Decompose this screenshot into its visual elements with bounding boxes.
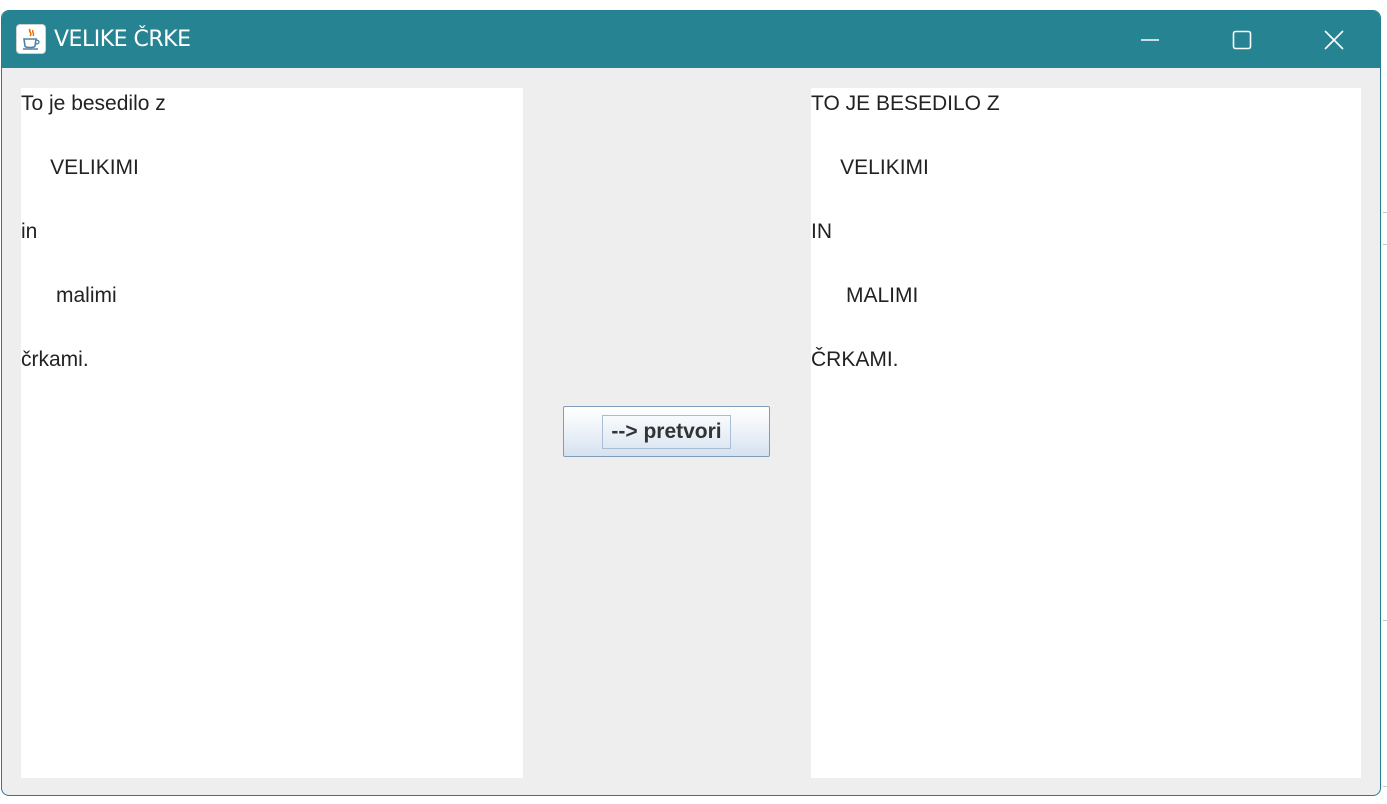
title-bar[interactable]: VELIKE ČRKE — [2, 11, 1380, 68]
close-icon — [1324, 29, 1344, 50]
convert-button[interactable]: --> pretvori — [563, 406, 770, 457]
text-line — [21, 120, 523, 152]
maximize-button[interactable] — [1196, 11, 1288, 68]
close-button[interactable] — [1288, 11, 1380, 68]
text-line — [21, 248, 523, 280]
convert-button-label: --> pretvori — [602, 414, 731, 449]
text-line: To je besedilo z — [21, 92, 166, 115]
desktop-divider — [1383, 620, 1387, 621]
text-line: in — [21, 220, 38, 243]
text-line: IN — [811, 220, 832, 243]
text-line: VELIKIMI — [811, 156, 929, 179]
text-line — [811, 248, 1361, 280]
text-line: VELIKIMI — [21, 156, 139, 179]
text-line: malimi — [21, 284, 117, 307]
desktop-divider — [1383, 212, 1387, 213]
output-text-content[interactable]: TO JE BESEDILO Z VELIKIMI IN MALIMI ČRKAMI… — [811, 88, 1361, 376]
output-text-area[interactable]: TO JE BESEDILO Z VELIKIMI IN MALIMI ČRKAMI… — [811, 88, 1361, 778]
minimize-icon — [1141, 38, 1159, 41]
maximize-icon — [1232, 30, 1252, 49]
text-line — [21, 184, 523, 216]
text-line: ČRKAMI. — [811, 348, 899, 371]
desktop-divider — [1383, 244, 1387, 245]
desktop-divider — [1383, 786, 1387, 787]
text-line — [21, 312, 523, 344]
app-window: VELIKE ČRKE To je besedilo z VELIKIMI in … — [1, 10, 1381, 796]
text-line: TO JE BESEDILO Z — [811, 92, 1000, 115]
input-text-content[interactable]: To je besedilo z VELIKIMI in malimi črkami… — [21, 88, 523, 376]
text-line: črkami. — [21, 348, 89, 371]
input-text-area[interactable]: To je besedilo z VELIKIMI in malimi črkami… — [21, 88, 523, 778]
text-line: MALIMI — [811, 284, 919, 307]
window-title: VELIKE ČRKE — [54, 27, 191, 52]
text-line — [811, 184, 1361, 216]
text-line — [811, 120, 1361, 152]
minimize-button[interactable] — [1104, 11, 1196, 68]
text-line — [811, 312, 1361, 344]
java-coffee-cup-icon[interactable] — [16, 24, 46, 54]
